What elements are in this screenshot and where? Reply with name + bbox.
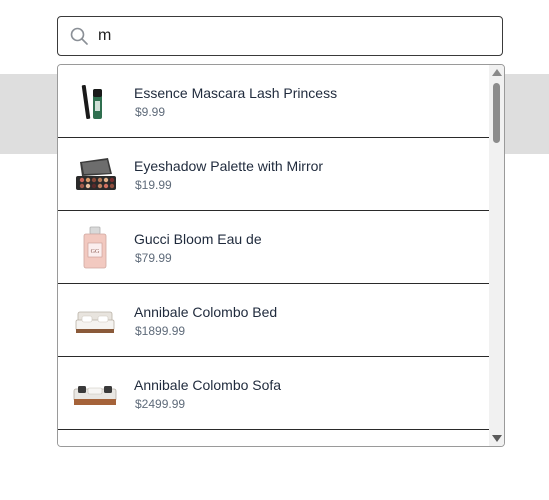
search-icon — [70, 27, 88, 45]
scroll-thumb[interactable] — [493, 83, 500, 143]
result-name: Gucci Bloom Eau de — [134, 231, 262, 247]
scroll-up-arrow-icon[interactable] — [492, 69, 502, 76]
search-box[interactable] — [57, 16, 503, 56]
eyeshadow-palette-thumbnail — [76, 158, 116, 190]
result-item-sofa[interactable]: Annibale Colombo Sofa $2499.99 — [58, 357, 490, 430]
result-item-gucci-bloom[interactable]: GG Gucci Bloom Eau de $79.99 — [58, 211, 490, 284]
search-input[interactable] — [98, 23, 488, 49]
scroll-down-arrow-icon[interactable] — [492, 435, 502, 442]
result-name: Eyeshadow Palette with Mirror — [134, 158, 324, 174]
result-name: Annibale Colombo Sofa — [134, 377, 282, 393]
result-item-mascara[interactable]: Essence Mascara Lash Princess $9.99 — [58, 65, 490, 138]
result-name: Annibale Colombo Bed — [134, 304, 278, 320]
result-item-bed[interactable]: Annibale Colombo Bed $1899.99 — [58, 284, 490, 357]
result-item-eyeshadow-palette[interactable]: Eyeshadow Palette with Mirror $19.99 — [58, 138, 490, 211]
svg-text:GG: GG — [91, 249, 100, 255]
result-price: $19.99 — [135, 178, 172, 192]
results-scrollbar[interactable] — [489, 65, 504, 446]
result-item-partial[interactable] — [58, 430, 490, 447]
sofa-thumbnail — [73, 386, 117, 405]
perfume-bottle-thumbnail: GG — [83, 226, 107, 269]
result-price: $79.99 — [135, 251, 172, 265]
result-name: Essence Mascara Lash Princess — [134, 85, 338, 101]
result-price: $1899.99 — [135, 324, 186, 338]
result-price: $2499.99 — [135, 397, 186, 411]
mascara-thumbnail — [81, 85, 102, 119]
result-price: $9.99 — [135, 105, 166, 119]
bed-thumbnail — [75, 311, 115, 333]
results-list: Essence Mascara Lash Princess $9.99 Eyes… — [58, 65, 490, 447]
page: Essence Mascara Lash Princess $9.99 — [0, 0, 549, 500]
partial-thumbnail — [72, 444, 118, 447]
search-results-dropdown: Essence Mascara Lash Princess $9.99 Eyes… — [57, 64, 505, 447]
